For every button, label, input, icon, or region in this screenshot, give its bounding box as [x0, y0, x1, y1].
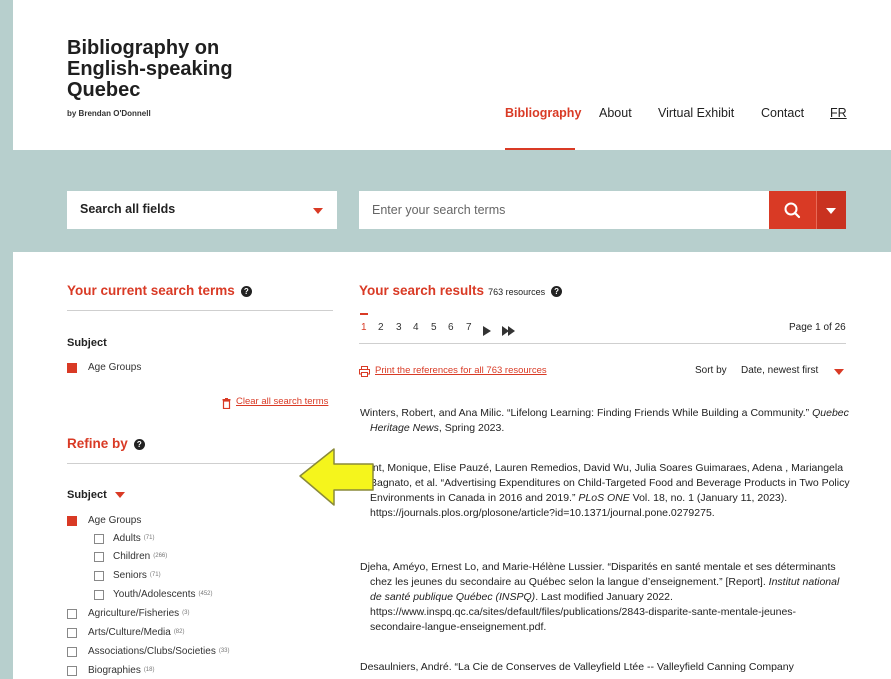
- search-icon: [784, 202, 801, 219]
- result-entry[interactable]: Desaulniers, André. “La Cie de Conserves…: [360, 660, 850, 675]
- facet-label: Seniors: [113, 570, 147, 581]
- facet-checkbox[interactable]: [94, 590, 104, 600]
- trash-icon[interactable]: [222, 396, 231, 414]
- facet-label: Children: [113, 551, 151, 562]
- caret-down-icon: [313, 208, 323, 214]
- search-options-dropdown[interactable]: [816, 191, 846, 229]
- nav-about[interactable]: About: [599, 106, 632, 120]
- facet-count: (266): [153, 553, 168, 559]
- page-7-link[interactable]: 7: [466, 322, 472, 333]
- result-entry[interactable]: Kent, Monique, Elise Pauzé, Lauren Remed…: [360, 461, 850, 521]
- current-terms-heading: Your current search terms?: [67, 283, 252, 298]
- entry-text: Desaulniers, André. “La Cie de Conserves…: [360, 661, 794, 673]
- annotation-arrow-icon: [299, 448, 374, 506]
- clear-all-search-terms-link[interactable]: Clear all search terms: [236, 396, 328, 407]
- left-edge-strip: [0, 0, 13, 679]
- facet-youth-adolescents[interactable]: Youth/Adolescents (452): [113, 589, 213, 600]
- selected-facet-marker: [67, 516, 77, 526]
- facet-checkbox[interactable]: [67, 609, 77, 619]
- page-info: Page 1 of 26: [789, 322, 846, 333]
- help-icon[interactable]: ?: [551, 286, 563, 297]
- divider: [359, 343, 846, 344]
- caret-down-icon: [834, 369, 844, 375]
- help-icon[interactable]: ?: [133, 439, 145, 450]
- facet-count: (71): [143, 535, 155, 541]
- nav-contact[interactable]: Contact: [761, 106, 804, 120]
- results-count: 763 resources: [488, 287, 546, 297]
- divider: [67, 310, 333, 311]
- facet-label: Associations/Clubs/Societies: [88, 646, 216, 657]
- page-4-link[interactable]: 4: [413, 322, 419, 333]
- nav-bibliography[interactable]: Bibliography: [505, 106, 581, 120]
- last-page-icon[interactable]: [502, 323, 517, 341]
- facet-checkbox[interactable]: [94, 534, 104, 544]
- facet-children[interactable]: Children (266): [113, 551, 167, 562]
- current-term-age-groups[interactable]: Age Groups: [88, 362, 141, 373]
- facet-biographies[interactable]: Biographies (18): [88, 665, 154, 676]
- refine-subject-label[interactable]: Subject: [67, 489, 107, 501]
- divider: [67, 463, 333, 464]
- print-references-link[interactable]: Print the references for all 763 resourc…: [375, 365, 547, 376]
- facet-count: (71): [149, 572, 161, 578]
- sort-select[interactable]: Date, newest first: [741, 365, 818, 376]
- facet-seniors[interactable]: Seniors (71): [113, 570, 161, 581]
- facet-associations-clubs-societies[interactable]: Associations/Clubs/Societies (33): [88, 646, 230, 657]
- help-icon[interactable]: ?: [240, 286, 252, 297]
- facet-label: Agriculture/Fisheries: [88, 608, 180, 619]
- search-results-heading-text: Your search results: [359, 283, 485, 298]
- result-entry[interactable]: Djeha, Améyo, Ernest Lo, and Marie-Hélèn…: [360, 560, 850, 635]
- facet-count: (82): [173, 629, 185, 635]
- refine-by-heading-text: Refine by: [67, 436, 128, 451]
- nav-virtual-exhibit[interactable]: Virtual Exhibit: [658, 106, 734, 120]
- refine-by-heading: Refine by?: [67, 436, 145, 451]
- selected-term-marker: [67, 363, 77, 373]
- facet-checkbox[interactable]: [94, 552, 104, 562]
- entry-source: PLoS ONE: [578, 492, 630, 504]
- facet-checkbox[interactable]: [67, 666, 77, 676]
- search-field-select-label: Search all fields: [80, 202, 176, 216]
- entry-text: , Spring 2023.: [438, 422, 505, 434]
- entry-text: Djeha, Améyo, Ernest Lo, and Marie-Hélèn…: [360, 561, 836, 588]
- facet-checkbox[interactable]: [67, 647, 77, 657]
- search-button[interactable]: [769, 191, 816, 229]
- caret-down-icon: [115, 492, 125, 498]
- print-icon[interactable]: [359, 364, 370, 382]
- facet-count: (33): [218, 648, 230, 654]
- facet-count: (3): [182, 610, 190, 616]
- facet-label: Arts/Culture/Media: [88, 627, 171, 638]
- search-field-select[interactable]: Search all fields: [67, 191, 337, 229]
- entry-text: Winters, Robert, and Ana Milic. “Lifelon…: [360, 407, 813, 419]
- sort-select-value: Date, newest first: [741, 365, 819, 376]
- page-2-link[interactable]: 2: [378, 322, 384, 333]
- facet-checkbox[interactable]: [94, 571, 104, 581]
- facet-label: Adults: [113, 533, 141, 544]
- search-input[interactable]: [359, 191, 769, 229]
- nav-language-fr[interactable]: FR: [830, 106, 847, 120]
- facet-label: Biographies: [88, 665, 141, 676]
- facet-count: (18): [143, 667, 155, 673]
- facet-count: (452): [198, 591, 213, 597]
- facet-age-groups[interactable]: Age Groups: [88, 515, 141, 526]
- sort-by-label: Sort by: [695, 365, 727, 376]
- caret-down-icon: [826, 208, 836, 214]
- site-byline: by Brendan O'Donnell: [67, 109, 151, 118]
- current-terms-heading-text: Your current search terms: [67, 283, 235, 298]
- facet-label: Youth/Adolescents: [113, 589, 196, 600]
- page-6-link[interactable]: 6: [448, 322, 454, 333]
- facet-arts-culture-media[interactable]: Arts/Culture/Media (82): [88, 627, 184, 638]
- current-page-marker: [360, 313, 368, 315]
- page-3-link[interactable]: 3: [396, 322, 402, 333]
- facet-agriculture-fisheries[interactable]: Agriculture/Fisheries (3): [88, 608, 190, 619]
- result-entry[interactable]: Winters, Robert, and Ana Milic. “Lifelon…: [360, 406, 850, 436]
- next-page-icon[interactable]: [483, 323, 492, 341]
- site-title[interactable]: Bibliography on English-speaking Quebec: [67, 38, 287, 101]
- refine-subject-label-text: Subject: [67, 489, 107, 501]
- search-results-heading: Your search results 763 resources?: [359, 283, 563, 298]
- page-1-link[interactable]: 1: [361, 322, 367, 333]
- facet-checkbox[interactable]: [67, 628, 77, 638]
- current-terms-group-label: Subject: [67, 337, 107, 349]
- page-5-link[interactable]: 5: [431, 322, 437, 333]
- facet-adults[interactable]: Adults (71): [113, 533, 154, 544]
